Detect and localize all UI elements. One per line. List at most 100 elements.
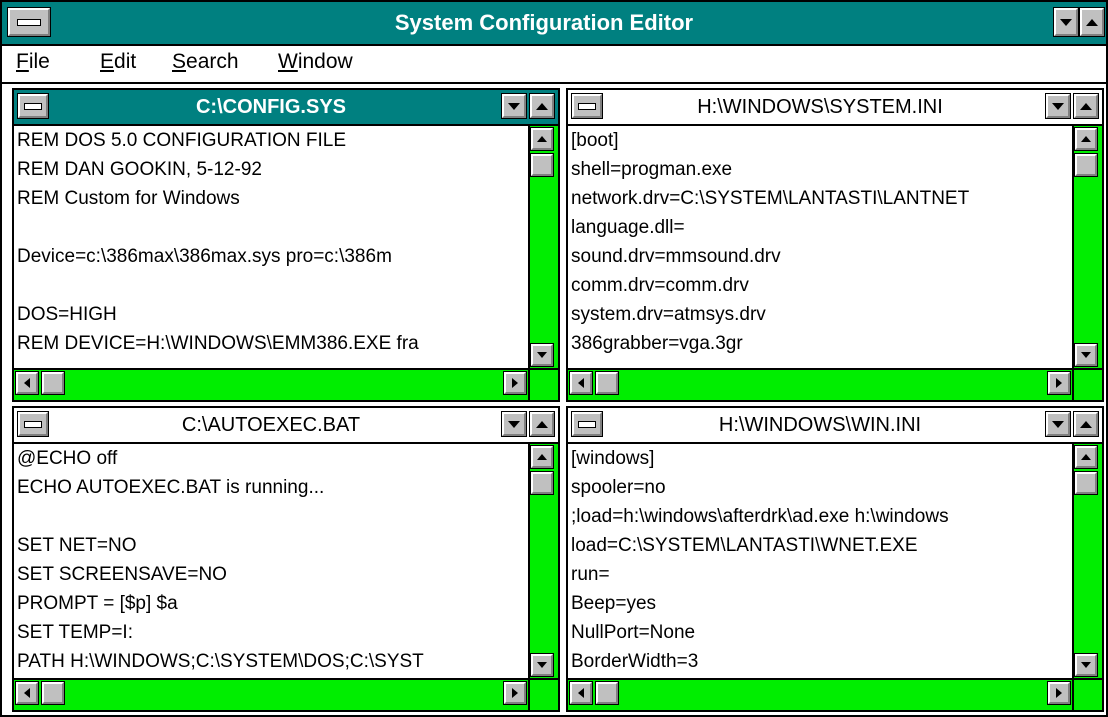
maximize-icon[interactable] bbox=[530, 412, 554, 436]
menu-edit[interactable]: Edit bbox=[100, 50, 136, 74]
text-line bbox=[14, 213, 528, 242]
scroll-up-icon[interactable] bbox=[1075, 446, 1097, 468]
editor-content[interactable]: [windows] spooler=no ;load=h:\windows\af… bbox=[568, 444, 1072, 678]
scroll-thumb[interactable] bbox=[596, 682, 618, 704]
menu-file[interactable]: File bbox=[16, 50, 50, 74]
text-line: 386grabber=vga.3gr bbox=[571, 333, 743, 354]
scroll-right-icon[interactable] bbox=[504, 372, 526, 394]
text-line: spooler=no bbox=[571, 477, 666, 498]
minimize-icon[interactable] bbox=[1054, 8, 1078, 36]
text-line: REM DAN GOOKIN, 5-12-92 bbox=[17, 159, 262, 180]
maximize-icon[interactable] bbox=[530, 94, 554, 118]
scroll-thumb[interactable] bbox=[531, 154, 553, 176]
system-menu-icon[interactable] bbox=[572, 412, 602, 436]
scroll-down-icon[interactable] bbox=[531, 344, 553, 366]
menu-window-mnemonic: W bbox=[278, 50, 298, 73]
scroll-thumb[interactable] bbox=[1075, 154, 1097, 176]
scroll-thumb[interactable] bbox=[1075, 472, 1097, 494]
config-sys-title-bar[interactable]: C:\CONFIG.SYS bbox=[14, 90, 558, 126]
text-line: REM Custom for Windows bbox=[17, 188, 240, 209]
menu-window-label: indow bbox=[297, 50, 353, 73]
text-line: @ECHO off bbox=[17, 448, 118, 469]
editor-content[interactable]: @ECHO off ECHO AUTOEXEC.BAT is running..… bbox=[14, 444, 528, 678]
menu-window[interactable]: Window bbox=[278, 50, 353, 74]
window-title: C:\CONFIG.SYS bbox=[195, 96, 346, 118]
text-line bbox=[14, 271, 528, 300]
scroll-down-icon[interactable] bbox=[531, 654, 553, 676]
text-line: PROMPT = [$p] $a bbox=[17, 593, 178, 614]
editor-content[interactable]: [boot] shell=progman.exe network.drv=C:\… bbox=[568, 126, 1072, 368]
vertical-scrollbar[interactable] bbox=[1072, 126, 1102, 368]
vertical-scrollbar[interactable] bbox=[528, 126, 558, 368]
menu-edit-label: dit bbox=[114, 50, 137, 73]
scroll-right-icon[interactable] bbox=[1048, 372, 1070, 394]
vertical-scrollbar[interactable] bbox=[1072, 444, 1102, 678]
text-line: Device=c:\386max\386max.sys pro=c:\386m bbox=[17, 246, 392, 267]
autoexec-bat-window[interactable]: C:\AUTOEXEC.BAT @ECHO off ECHO AUTOEXEC.… bbox=[12, 406, 560, 712]
scroll-left-icon[interactable] bbox=[16, 372, 38, 394]
scroll-right-icon[interactable] bbox=[504, 682, 526, 704]
text-line: [boot] bbox=[571, 130, 619, 151]
config-sys-window[interactable]: C:\CONFIG.SYS REM DOS 5.0 CONFIGURATION … bbox=[12, 88, 560, 402]
autoexec-bat-title-bar[interactable]: C:\AUTOEXEC.BAT bbox=[14, 408, 558, 444]
win-ini-window[interactable]: H:\WINDOWS\WIN.INI [windows] spooler=no … bbox=[566, 406, 1104, 712]
text-line: language.dll= bbox=[571, 217, 685, 238]
text-line: REM DEVICE=H:\WINDOWS\EMM386.EXE fra bbox=[17, 333, 419, 354]
scroll-thumb[interactable] bbox=[42, 372, 64, 394]
text-line: SET TEMP=I: bbox=[17, 622, 133, 643]
minimize-icon[interactable] bbox=[1046, 94, 1070, 118]
menu-bar: File Edit Search Window bbox=[2, 46, 1106, 84]
horizontal-scrollbar[interactable] bbox=[568, 368, 1072, 400]
scroll-up-icon[interactable] bbox=[531, 446, 553, 468]
scroll-thumb[interactable] bbox=[596, 372, 618, 394]
scroll-thumb[interactable] bbox=[42, 682, 64, 704]
system-ini-title-bar[interactable]: H:\WINDOWS\SYSTEM.INI bbox=[568, 90, 1102, 126]
scrollbar-corner bbox=[528, 368, 558, 400]
scroll-left-icon[interactable] bbox=[570, 372, 592, 394]
menu-file-mnemonic: F bbox=[16, 50, 29, 73]
system-ini-window[interactable]: H:\WINDOWS\SYSTEM.INI [boot] shell=progm… bbox=[566, 88, 1104, 402]
text-line: NullPort=None bbox=[571, 622, 696, 643]
vertical-scrollbar[interactable] bbox=[528, 444, 558, 678]
maximize-icon[interactable] bbox=[1080, 8, 1104, 36]
menu-edit-mnemonic: E bbox=[100, 50, 115, 73]
maximize-icon[interactable] bbox=[1074, 94, 1098, 118]
scroll-left-icon[interactable] bbox=[570, 682, 592, 704]
scroll-down-icon[interactable] bbox=[1075, 344, 1097, 366]
menu-search-mnemonic: S bbox=[172, 50, 187, 73]
scroll-down-icon[interactable] bbox=[1075, 654, 1097, 676]
scroll-up-icon[interactable] bbox=[531, 128, 553, 150]
text-line: run= bbox=[571, 564, 610, 585]
scroll-up-icon[interactable] bbox=[1075, 128, 1097, 150]
app-title: System Configuration Editor bbox=[394, 10, 694, 35]
menu-file-label: ile bbox=[28, 50, 50, 73]
window-title: H:\WINDOWS\WIN.INI bbox=[718, 414, 922, 436]
system-menu-icon[interactable] bbox=[572, 94, 602, 118]
system-menu-icon[interactable] bbox=[18, 94, 48, 118]
menu-search[interactable]: Search bbox=[172, 50, 239, 74]
win-ini-title-bar[interactable]: H:\WINDOWS\WIN.INI bbox=[568, 408, 1102, 444]
scrollbar-corner bbox=[528, 678, 558, 710]
horizontal-scrollbar[interactable] bbox=[14, 678, 528, 710]
scroll-left-icon[interactable] bbox=[16, 682, 38, 704]
text-line: SET NET=NO bbox=[17, 535, 137, 556]
system-menu-icon[interactable] bbox=[8, 8, 50, 36]
text-line: shell=progman.exe bbox=[571, 159, 733, 180]
text-line: BorderWidth=3 bbox=[571, 651, 699, 672]
scroll-right-icon[interactable] bbox=[1048, 682, 1070, 704]
scroll-thumb[interactable] bbox=[531, 472, 553, 494]
minimize-icon[interactable] bbox=[1046, 412, 1070, 436]
system-menu-icon[interactable] bbox=[18, 412, 48, 436]
maximize-icon[interactable] bbox=[1074, 412, 1098, 436]
text-line: comm.drv=comm.drv bbox=[571, 275, 749, 296]
editor-content[interactable]: REM DOS 5.0 CONFIGURATION FILE REM DAN G… bbox=[14, 126, 528, 368]
window-title: C:\AUTOEXEC.BAT bbox=[181, 414, 361, 436]
text-line bbox=[14, 502, 528, 531]
title-bar[interactable]: System Configuration Editor bbox=[2, 2, 1106, 46]
minimize-icon[interactable] bbox=[502, 94, 526, 118]
minimize-icon[interactable] bbox=[502, 412, 526, 436]
horizontal-scrollbar[interactable] bbox=[568, 678, 1072, 710]
text-line: PATH H:\WINDOWS;C:\SYSTEM\DOS;C:\SYST bbox=[17, 651, 424, 672]
text-line: network.drv=C:\SYSTEM\LANTASTI\LANTNET bbox=[571, 188, 970, 209]
horizontal-scrollbar[interactable] bbox=[14, 368, 528, 400]
